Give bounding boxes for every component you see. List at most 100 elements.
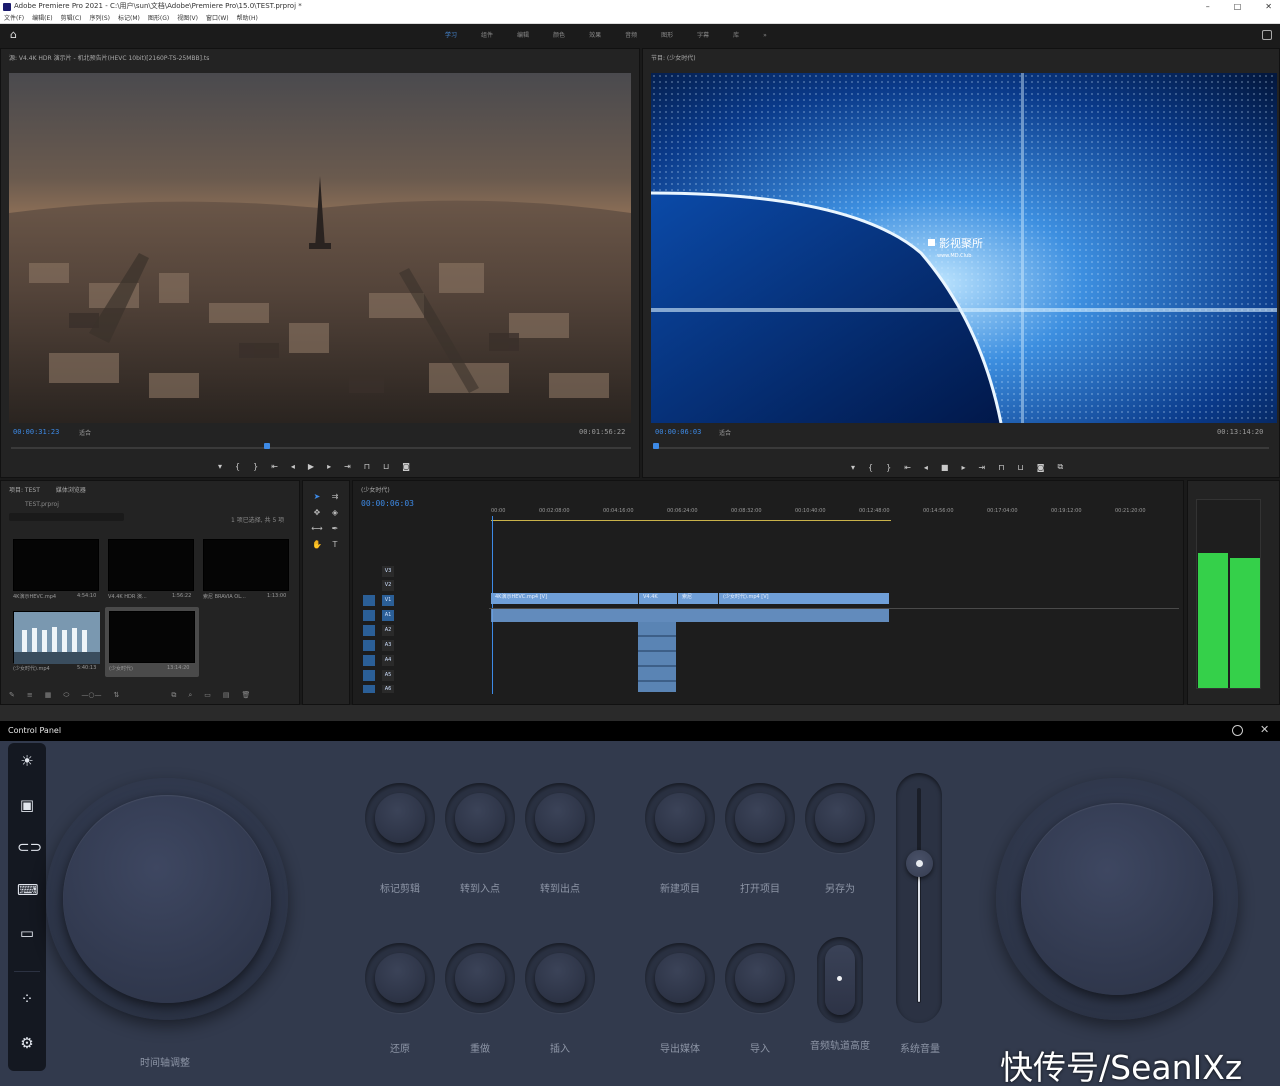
- save-as-button[interactable]: [805, 783, 875, 853]
- menu-window[interactable]: 窗口(W): [206, 13, 229, 23]
- right-jog-dial[interactable]: [1021, 803, 1213, 995]
- go-to-out-icon[interactable]: ⇥: [344, 462, 351, 471]
- close-window-icon[interactable]: ✕: [1265, 0, 1272, 13]
- ripple-edit-tool-icon[interactable]: ✥: [311, 507, 323, 519]
- tab-project[interactable]: 项目: TEST: [9, 485, 40, 494]
- workspace-tab-captions[interactable]: 字幕: [697, 24, 709, 48]
- track-label[interactable]: A2: [382, 625, 394, 636]
- track-label[interactable]: V1: [382, 595, 394, 606]
- redo-button[interactable]: [445, 943, 515, 1013]
- maximize-icon[interactable]: □: [1234, 0, 1242, 13]
- track-label[interactable]: A1: [382, 610, 394, 621]
- comparison-view-icon[interactable]: ⧉: [1057, 462, 1063, 472]
- workspace-tab-graphics[interactable]: 图形: [661, 24, 673, 48]
- workspace-tab-editing[interactable]: 编辑: [517, 24, 529, 48]
- type-tool-icon[interactable]: T: [329, 539, 341, 551]
- program-video-frame[interactable]: 影视聚所 www.MD.Club: [651, 73, 1277, 423]
- razor-tool-icon[interactable]: ◈: [329, 507, 341, 519]
- play-icon[interactable]: ▶: [308, 462, 314, 471]
- share-icon[interactable]: [1262, 30, 1272, 40]
- mark-clip-button[interactable]: [365, 783, 435, 853]
- program-monitor-tab[interactable]: 节目: (少女时代): [651, 53, 696, 62]
- pen-tool-icon[interactable]: ✒: [329, 523, 341, 535]
- menu-file[interactable]: 文件(F): [4, 13, 24, 23]
- project-item-thumb[interactable]: [13, 539, 99, 591]
- project-item-thumb[interactable]: [108, 539, 194, 591]
- automate-icon[interactable]: ⧉: [171, 691, 176, 700]
- menu-help[interactable]: 帮助(H): [237, 13, 258, 23]
- track-source-patch[interactable]: [363, 685, 375, 693]
- project-item-thumb[interactable]: [109, 611, 195, 663]
- tab-media-browser[interactable]: 媒体浏览器: [56, 485, 86, 494]
- go-to-in-icon[interactable]: ⇤: [271, 462, 278, 471]
- selection-tool-icon[interactable]: ➤: [311, 491, 323, 503]
- track-label[interactable]: A3: [382, 640, 394, 651]
- home-icon[interactable]: ⌂: [10, 29, 22, 41]
- track-label[interactable]: A6: [382, 685, 394, 693]
- monitor-icon[interactable]: ▭: [17, 923, 37, 943]
- insert-icon[interactable]: ⊓: [364, 462, 370, 471]
- menu-sequence[interactable]: 序列(S): [90, 13, 111, 23]
- source-fit-dropdown[interactable]: 适合: [79, 428, 91, 437]
- source-monitor-tab[interactable]: 源: V4.4K HDR 演示片 - 机北预告片(HEVC 10bit)[216…: [9, 53, 209, 62]
- menu-markers[interactable]: 标记(M): [118, 13, 140, 23]
- go-to-out-button[interactable]: [525, 783, 595, 853]
- menu-view[interactable]: 视图(V): [177, 13, 198, 23]
- project-item-thumb[interactable]: [203, 539, 289, 591]
- export-frame-icon[interactable]: ◙: [402, 462, 410, 471]
- timeline-adjust-dial[interactable]: [63, 795, 271, 1003]
- workspace-tab-assembly[interactable]: 组件: [481, 24, 493, 48]
- minimize-icon[interactable]: –: [1206, 0, 1210, 13]
- mark-out-icon[interactable]: }: [886, 463, 891, 472]
- track-source-patch[interactable]: [363, 595, 375, 606]
- pencil-icon[interactable]: ✎: [9, 691, 15, 700]
- source-playhead[interactable]: [264, 443, 270, 449]
- keyboard-icon[interactable]: ⌨: [17, 880, 39, 900]
- trash-icon[interactable]: 🗑: [242, 691, 251, 700]
- timeline-sequence-tab[interactable]: (少女时代): [361, 485, 390, 494]
- project-item-thumb[interactable]: [13, 611, 100, 664]
- timeline-timecode[interactable]: 00:00:06:03: [361, 499, 414, 508]
- track-label[interactable]: A4: [382, 655, 394, 666]
- program-playhead[interactable]: [653, 443, 659, 449]
- mark-out-icon[interactable]: }: [253, 462, 258, 471]
- track-label[interactable]: V2: [382, 580, 394, 591]
- new-project-button[interactable]: [645, 783, 715, 853]
- source-video-frame[interactable]: [9, 73, 631, 423]
- program-scrubber[interactable]: [653, 447, 1269, 449]
- audio-clip[interactable]: [491, 609, 889, 622]
- extract-icon[interactable]: ⊔: [1017, 463, 1023, 472]
- mark-in-icon[interactable]: {: [235, 462, 240, 471]
- lift-icon[interactable]: ⊓: [998, 463, 1004, 472]
- workspace-tab-learn[interactable]: 学习: [445, 24, 457, 48]
- apps-grid-icon[interactable]: ⁘: [17, 989, 37, 1009]
- zoom-slider[interactable]: —○—: [81, 691, 101, 700]
- track-select-tool-icon[interactable]: ⇉: [329, 491, 341, 503]
- step-forward-icon[interactable]: ▸: [961, 463, 965, 472]
- window-icon[interactable]: ▣: [17, 795, 37, 815]
- program-fit-dropdown[interactable]: 适合: [719, 428, 731, 437]
- program-timecode[interactable]: 00:00:06:03: [655, 428, 701, 436]
- audio-clip-stack[interactable]: [638, 622, 676, 692]
- video-clip[interactable]: (少女时代).mp4 [V]: [719, 593, 889, 604]
- settings-gear-icon[interactable]: [1232, 725, 1243, 736]
- step-back-icon[interactable]: ◂: [924, 463, 928, 472]
- find-icon[interactable]: ⌕: [188, 691, 192, 700]
- add-marker-icon[interactable]: ▾: [218, 462, 222, 471]
- new-item-icon[interactable]: ▤: [223, 691, 230, 700]
- video-clip[interactable]: V4.4K: [639, 593, 677, 604]
- track-source-patch[interactable]: [363, 625, 375, 636]
- sort-icon[interactable]: ⇅: [113, 691, 119, 700]
- export-media-button[interactable]: [645, 943, 715, 1013]
- slider-handle[interactable]: [906, 850, 933, 877]
- track-label[interactable]: A5: [382, 670, 394, 681]
- import-button[interactable]: [725, 943, 795, 1013]
- add-marker-icon[interactable]: ▾: [851, 463, 855, 472]
- insert-button[interactable]: [525, 943, 595, 1013]
- go-to-out-icon[interactable]: ⇥: [979, 463, 986, 472]
- workspace-tab-audio[interactable]: 音频: [625, 24, 637, 48]
- step-back-icon[interactable]: ◂: [291, 462, 295, 471]
- go-to-in-icon[interactable]: ⇤: [904, 463, 911, 472]
- track-source-patch[interactable]: [363, 610, 375, 621]
- link-icon[interactable]: ⊂⊃: [17, 837, 42, 857]
